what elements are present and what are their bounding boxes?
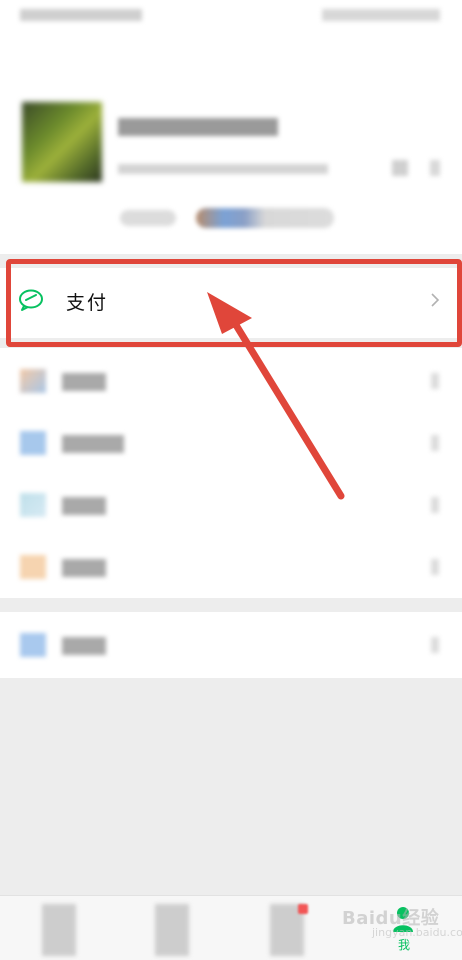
chat-icon <box>42 904 76 956</box>
tab-chats[interactable] <box>0 896 115 960</box>
contacts-icon <box>155 904 189 956</box>
tab-discover[interactable] <box>230 896 345 960</box>
tab-contacts[interactable] <box>115 896 230 960</box>
wechat-me-screen: 支付 我 Baidu经验 jingyan.baidu.co <box>0 0 462 960</box>
annotation-arrow <box>207 292 345 500</box>
notification-badge <box>298 904 308 914</box>
watermark-url: jingyan.baidu.com <box>372 926 462 939</box>
